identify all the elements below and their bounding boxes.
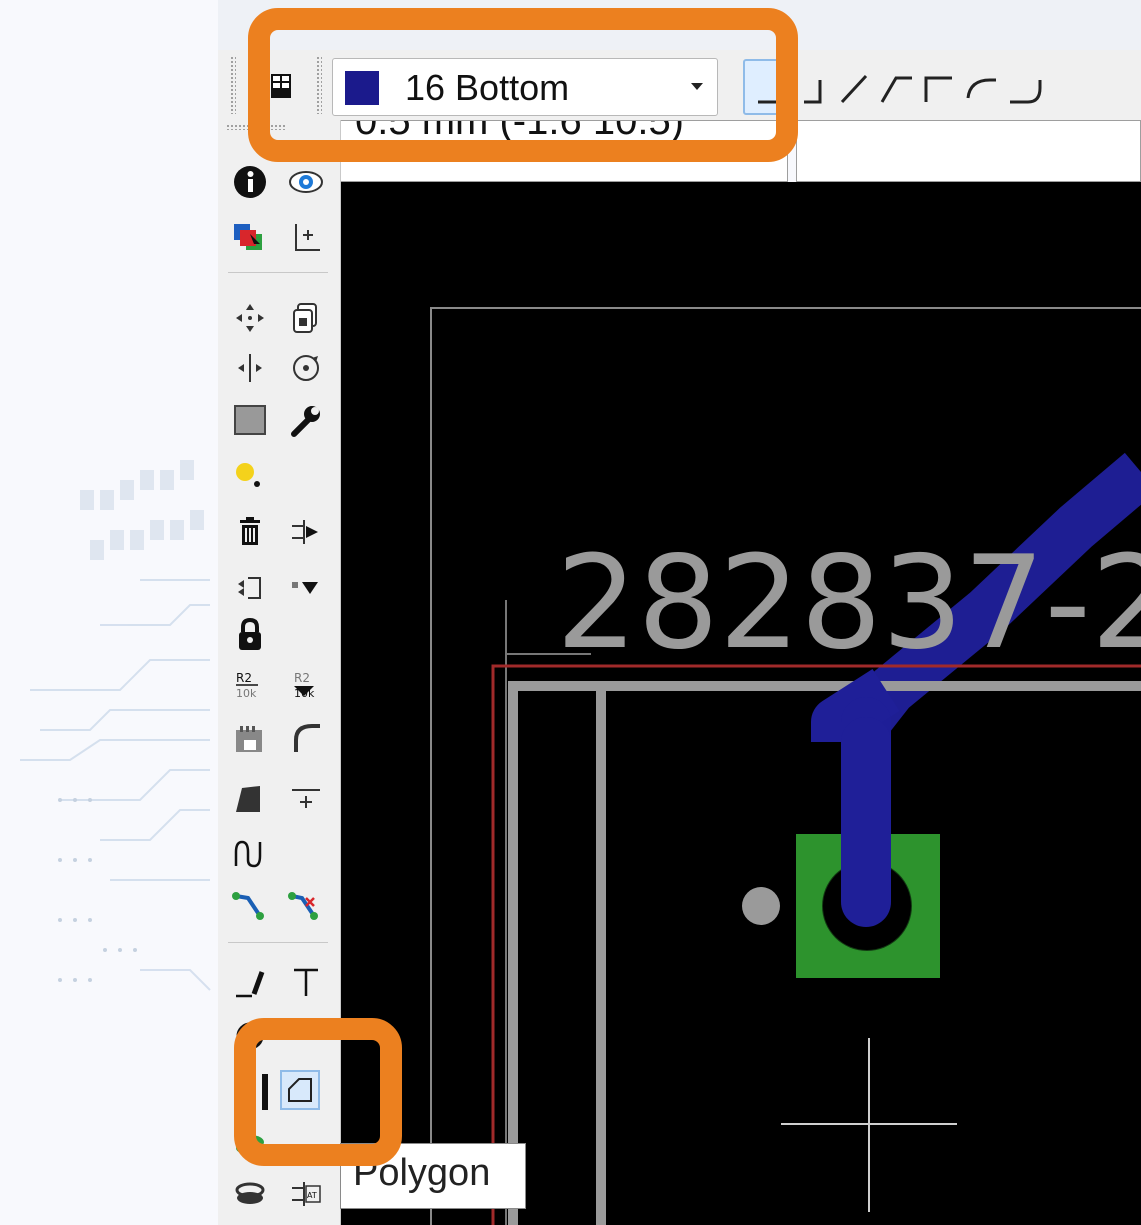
via-icon[interactable] [228,1120,272,1164]
name-icon[interactable]: R2 10k [228,662,272,706]
copy-icon[interactable] [284,296,328,340]
polygon-icon [288,1078,312,1102]
attribute-icon[interactable]: AT [284,1172,328,1216]
svg-text:R2: R2 [236,671,252,685]
split-icon[interactable] [228,776,272,820]
bend-style-2-icon[interactable] [840,74,868,104]
bend-style-0-icon[interactable] [743,59,789,115]
miter-icon[interactable] [284,716,328,760]
grid-button[interactable] [268,72,296,102]
upper-toolbar-strip [218,0,1141,51]
change-icon[interactable] [284,398,328,442]
paste-icon[interactable] [228,450,272,494]
text-icon[interactable] [284,960,328,1004]
wire-icon[interactable] [228,960,272,1004]
toolbar-grip[interactable] [230,56,236,114]
toolbar-separator [228,272,328,273]
mirror-icon[interactable] [228,346,272,390]
circle-icon[interactable] [228,1010,272,1054]
value-icon[interactable]: R2 10k [284,662,328,706]
grid-icon [271,74,291,98]
delete-icon[interactable] [228,510,272,554]
replace-icon[interactable] [284,566,328,610]
rotate-icon[interactable] [284,346,328,390]
info-icon[interactable] [228,160,272,204]
add-icon[interactable] [284,510,328,554]
wire-bend-style-group [742,58,1141,116]
smash-icon[interactable] [228,716,272,760]
hole-icon[interactable] [228,1172,272,1216]
bend-style-3-icon[interactable] [880,76,912,103]
svg-text:10k: 10k [294,687,315,700]
toolbar-grip[interactable] [226,124,286,130]
bend-style-5-icon[interactable] [966,78,996,99]
rect-icon[interactable] [236,1070,280,1114]
optimize-icon[interactable] [284,776,328,820]
mark-icon[interactable] [284,216,328,260]
command-input[interactable] [796,120,1141,182]
display-layers-icon[interactable] [228,216,272,260]
layer-select-value: 16 Bottom [405,67,570,108]
svg-text:10k: 10k [236,687,257,700]
show-icon[interactable] [284,160,328,204]
route-icon[interactable] [228,882,272,926]
toolbar-separator [228,942,328,943]
dropdown-caret-icon [691,83,703,90]
bend-style-1-icon[interactable] [804,80,822,104]
ripup-icon[interactable] [284,882,328,926]
meander-icon[interactable] [228,830,272,874]
tooltip-label: Polygon [353,1152,491,1194]
layer-select[interactable]: 16 Bottom [332,58,718,116]
svg-text:AT: AT [307,1191,317,1200]
pcb-canvas[interactable]: 282837-2 [341,182,1141,1225]
move-icon[interactable] [228,296,272,340]
layer-color-swatch [345,71,379,105]
board-outline [430,307,1141,1225]
group-icon[interactable] [228,398,272,442]
component-name-label: 282837-2 [556,529,1141,678]
bend-style-6-icon[interactable] [1010,80,1042,104]
svg-text:R2: R2 [294,671,310,685]
pin-one-marker [742,887,780,925]
tooltip: Polygon [340,1143,526,1209]
coordinate-display: 0.5 mm (-1.6 10.5) [340,120,788,182]
pinswap-icon[interactable] [228,566,272,610]
lock-icon[interactable] [228,612,272,656]
bend-style-4-icon[interactable] [924,76,952,102]
toolbar-grip[interactable] [316,56,322,114]
polygon-tool[interactable] [280,1070,320,1110]
coordinate-readout: 0.5 mm (-1.6 10.5) [355,120,685,143]
